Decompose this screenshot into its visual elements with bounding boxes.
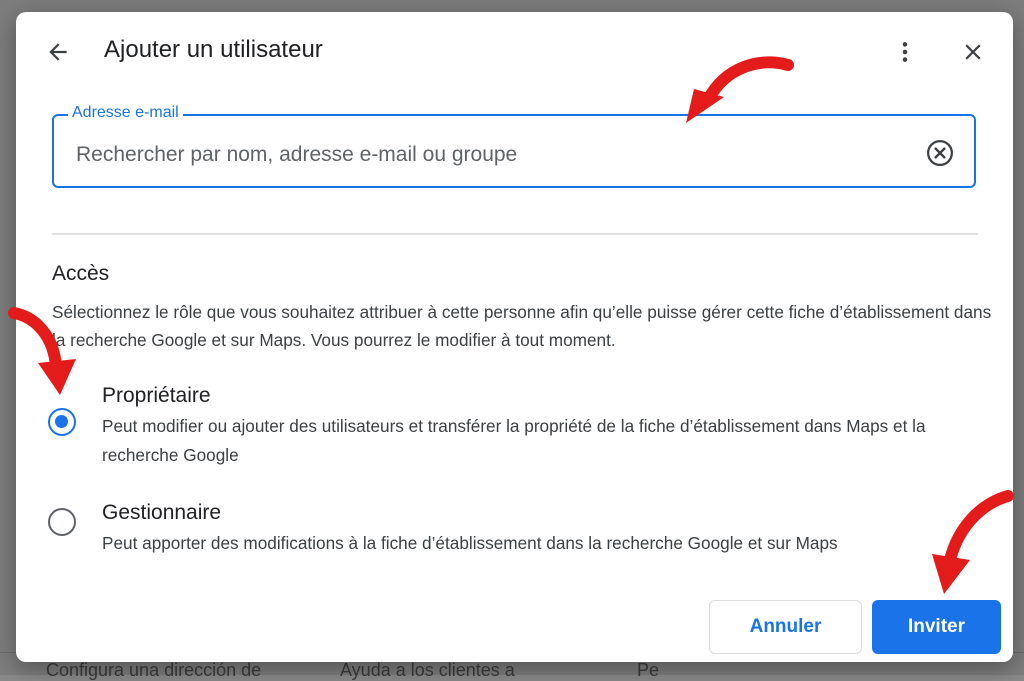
- access-section-description: Sélectionnez le rôle que vous souhaitez …: [52, 302, 992, 350]
- more-options-button[interactable]: [885, 32, 925, 72]
- access-section-title: Accès: [52, 262, 110, 285]
- dialog-title: Ajouter un utilisateur: [104, 36, 323, 63]
- radio-proprietaire[interactable]: [48, 408, 76, 436]
- close-icon: [965, 44, 981, 60]
- background-text: Pe: [637, 660, 660, 680]
- cancel-circle-icon: [927, 140, 953, 166]
- radio-gestionnaire[interactable]: [48, 508, 76, 536]
- arrow-back-icon: [49, 43, 67, 61]
- option-title-proprietaire: Propriétaire: [102, 384, 211, 407]
- email-input[interactable]: [74, 136, 918, 174]
- clear-input-button[interactable]: [920, 133, 960, 173]
- back-button[interactable]: [38, 32, 78, 72]
- add-user-dialog: Ajouter un utilisateur Adresse e-mail Ac…: [16, 12, 1013, 662]
- invite-button[interactable]: Inviter: [872, 600, 1001, 654]
- email-field-label: Adresse e-mail: [68, 104, 183, 122]
- background-text: Ayuda a los clientes a: [340, 660, 515, 680]
- background-text: Configura una dirección de: [46, 660, 262, 680]
- cancel-button[interactable]: Annuler: [709, 600, 862, 654]
- divider: [52, 233, 978, 235]
- option-description-gestionnaire: Peut apporter des modifications à la fic…: [102, 533, 838, 553]
- option-description-proprietaire: Peut modifier ou ajouter des utilisateur…: [102, 416, 926, 465]
- more-vert-icon: [902, 42, 908, 62]
- option-title-gestionnaire: Gestionnaire: [102, 501, 222, 524]
- email-field[interactable]: Adresse e-mail: [52, 104, 976, 188]
- close-button[interactable]: [953, 32, 993, 72]
